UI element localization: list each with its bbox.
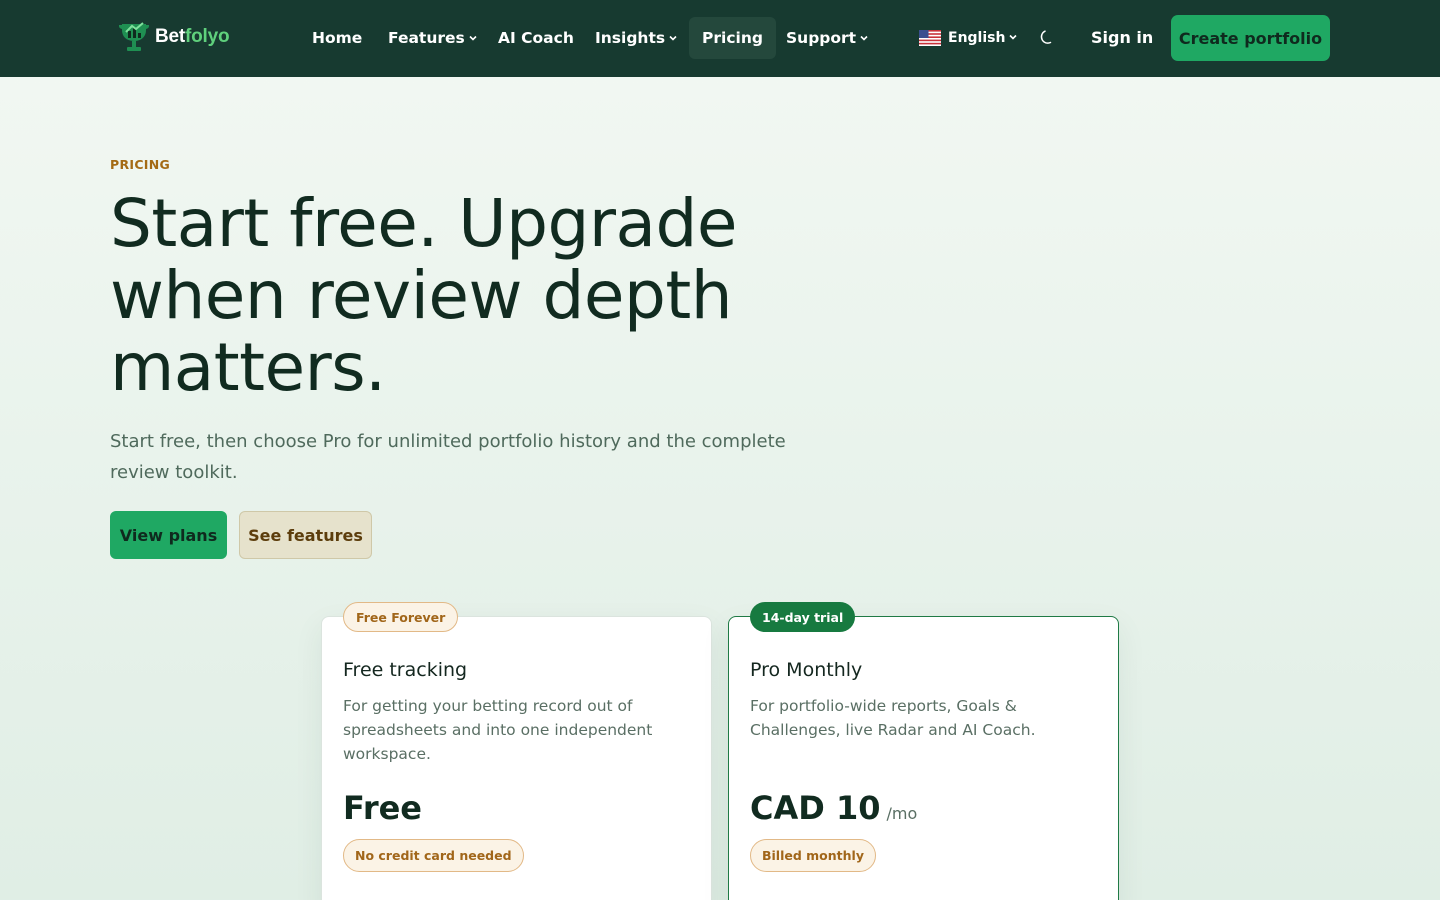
sign-in-link[interactable]: Sign in — [1091, 17, 1153, 59]
brand-name-part-2: folyo — [185, 26, 230, 47]
nav-item-ai-coach[interactable]: AI Coach — [498, 17, 574, 59]
create-portfolio-button[interactable]: Create portfolio — [1171, 15, 1330, 61]
plan-card-free: Free Forever Free tracking For getting y… — [321, 602, 712, 900]
page-subtitle: Start free, then choose Pro for unlimite… — [110, 431, 786, 483]
view-plans-button[interactable]: View plans — [110, 511, 227, 559]
page-title: Start free. Upgrade when review depth ma… — [110, 185, 737, 406]
plan-description: For getting your betting record out of s… — [343, 697, 653, 763]
see-features-button[interactable]: See features — [239, 511, 372, 559]
nav-item-features[interactable]: Features — [388, 17, 478, 59]
chevron-down-icon — [1009, 34, 1018, 40]
nav-item-home[interactable]: Home — [312, 17, 362, 59]
moon-icon[interactable] — [1037, 28, 1057, 48]
brand-logo[interactable]: Betfolyo — [118, 20, 230, 54]
price-period: /mo — [886, 804, 918, 823]
nav-item-pricing[interactable]: Pricing — [689, 17, 776, 59]
price-value: CAD 10 — [750, 789, 881, 827]
nav-item-support[interactable]: Support — [786, 17, 869, 59]
top-navigation-bar: Betfolyo Home Features AI Coach Insights… — [0, 0, 1440, 77]
plan-badge: 14-day trial — [750, 602, 856, 632]
section-eyebrow: PRICING — [110, 157, 171, 172]
chevron-down-icon — [469, 35, 477, 41]
trophy-chart-icon — [119, 22, 149, 51]
plan-note-pill: Billed monthly — [750, 839, 876, 872]
plan-price: CAD 10 /mo — [750, 789, 917, 827]
plan-card-pro-monthly: 14-day trial Pro Monthly For portfolio-w… — [728, 602, 1119, 900]
language-selector[interactable]: English — [919, 17, 1018, 59]
chevron-down-icon — [669, 35, 677, 41]
plan-title: Free tracking — [343, 659, 468, 681]
plan-description: For portfolio-wide reports, Goals & Chal… — [750, 697, 1036, 739]
plan-note-pill: No credit card needed — [343, 839, 524, 872]
plan-title: Pro Monthly — [750, 659, 863, 681]
nav-item-insights[interactable]: Insights — [595, 17, 678, 59]
price-value: Free — [343, 789, 422, 827]
chevron-down-icon — [860, 35, 868, 41]
plan-price: Free — [343, 789, 422, 827]
us-flag-icon — [919, 30, 941, 46]
language-label: English — [948, 30, 1006, 46]
plan-badge: Free Forever — [343, 602, 459, 632]
brand-name-part-1: Bet — [155, 26, 186, 47]
